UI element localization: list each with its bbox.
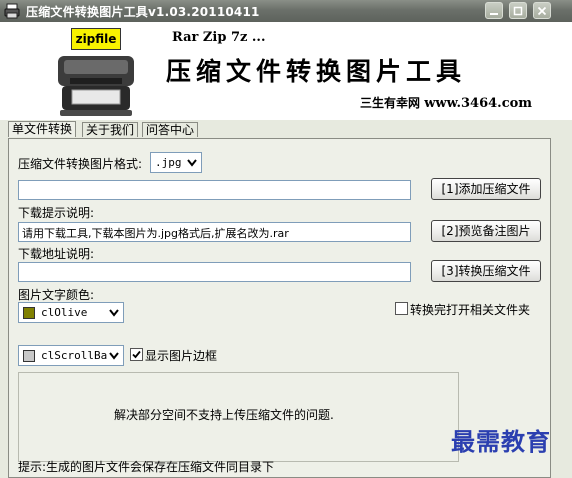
download-url-label: 下载地址说明: (18, 247, 95, 261)
scanner-device-icon (58, 56, 134, 116)
text-color-label: 图片文字颜色: (18, 288, 95, 302)
banner-tagline: Rar Zip 7z ... (172, 30, 266, 45)
minimize-icon (490, 12, 498, 15)
file-path-input[interactable] (18, 180, 411, 200)
tab-about-us[interactable]: 关于我们 (82, 122, 139, 137)
minimize-button[interactable] (485, 2, 503, 19)
download-hint-input[interactable]: 请用下载工具,下载本图片为.jpg格式后,扩展名改为.rar (18, 222, 411, 242)
banner-title: 压缩文件转换图片工具 (166, 57, 467, 86)
show-border-checkbox[interactable] (130, 348, 143, 361)
add-archive-button[interactable]: [1]添加压缩文件 (431, 178, 541, 200)
text-color-value: clOlive (41, 306, 88, 319)
zipfile-badge: zipfile (71, 28, 121, 50)
format-value: .jpg (155, 156, 182, 169)
site-url[interactable]: www.3464.com (424, 96, 532, 111)
checkmark-icon (132, 350, 141, 359)
format-select[interactable]: .jpg (150, 152, 202, 173)
banner: zipfile Rar Zip 7z ... 压缩文件转换图片工具 三生有幸网 … (0, 22, 572, 120)
download-url-input[interactable] (18, 262, 411, 282)
convert-archive-button[interactable]: [3]转换压缩文件 (431, 260, 541, 282)
tab-single-file[interactable]: 单文件转换 (8, 121, 77, 137)
status-hint: 提示:生成的图片文件会保存在压缩文件同目录下 (18, 460, 275, 474)
window-title: 压缩文件转换图片工具v1.03.20110411 (26, 5, 260, 19)
site-name: 三生有幸网 (360, 96, 421, 110)
border-color-value: clScrollBar (41, 349, 109, 362)
tab-qa-center[interactable]: 问答中心 (142, 122, 199, 137)
download-hint-label: 下载提示说明: (18, 206, 95, 220)
format-label: 压缩文件转换图片格式: (18, 157, 143, 171)
close-button[interactable] (533, 2, 551, 19)
chevron-down-icon (109, 309, 119, 317)
watermark-text: 最需教育 (451, 427, 551, 456)
maximize-button[interactable] (509, 2, 527, 19)
chevron-down-icon (109, 352, 119, 360)
show-border-label: 显示图片边框 (145, 349, 218, 363)
chevron-down-icon (187, 159, 197, 167)
open-folder-label: 转换完打开相关文件夹 (410, 303, 531, 317)
preview-text: 解决部分空间不支持上传压缩文件的问题. (114, 408, 334, 422)
text-color-select[interactable]: clOlive (18, 302, 124, 323)
site-info: 三生有幸网 www.3464.com (360, 94, 532, 111)
border-color-swatch (23, 350, 35, 362)
title-bar: 压缩文件转换图片工具v1.03.20110411 (0, 0, 572, 23)
text-color-swatch (23, 307, 35, 319)
maximize-icon (513, 6, 523, 15)
app-icon (4, 3, 20, 19)
preview-note-button[interactable]: [2]预览备注图片 (431, 220, 541, 242)
open-folder-checkbox[interactable] (395, 302, 408, 315)
close-icon (537, 6, 547, 15)
border-color-select[interactable]: clScrollBar (18, 345, 124, 366)
